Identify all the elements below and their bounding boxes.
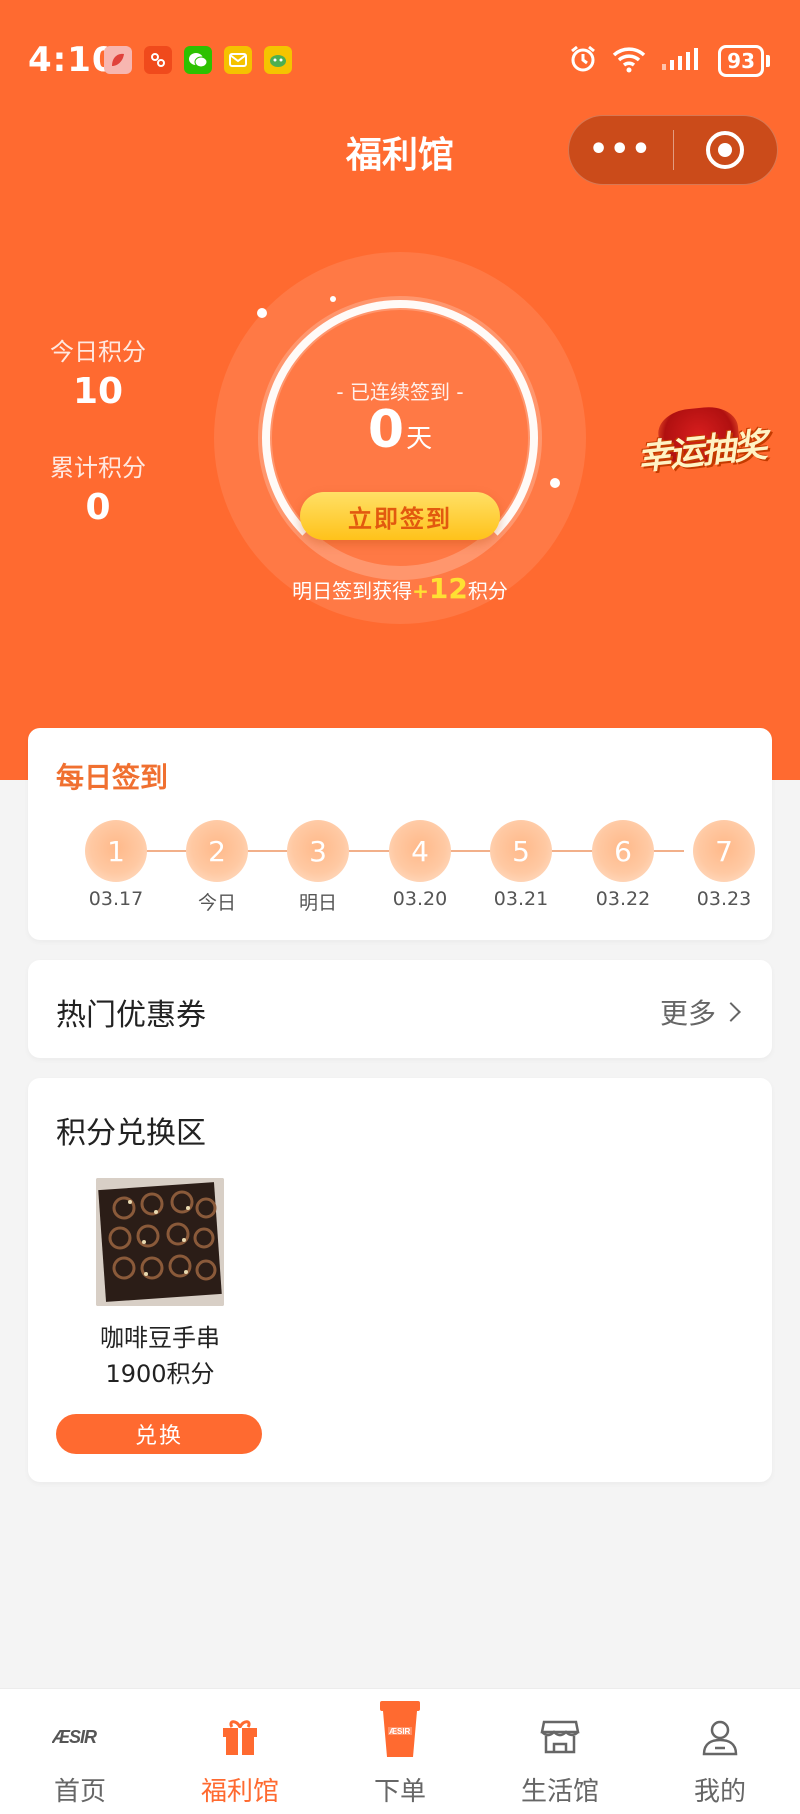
tomorrow-points: 12 — [428, 572, 468, 605]
more-label: 更多 — [659, 997, 716, 1030]
ring-sparkle — [330, 296, 336, 302]
points-exchange-title: 积分兑换区 — [56, 1116, 206, 1151]
checkin-day: 5 03.21 — [481, 820, 561, 910]
notification-icons — [104, 46, 292, 74]
lucky-draw-button[interactable]: 幸运抽奖 — [628, 401, 774, 495]
tomorrow-reward: 明日签到获得+12积分 — [292, 572, 508, 605]
gift-icon — [210, 1715, 270, 1759]
product-name: 咖啡豆手串 — [100, 1324, 220, 1352]
nav-item-order[interactable]: ÆSIR 下单 — [320, 1689, 480, 1814]
checkin-day: 7 03.23 — [684, 820, 764, 910]
nav-item-life[interactable]: 生活馆 — [480, 1689, 640, 1814]
chevron-right-icon — [721, 1002, 741, 1022]
alarm-icon — [568, 44, 598, 78]
lucky-draw-label: 幸运抽奖 — [635, 424, 768, 479]
more-options-button[interactable]: ••• — [569, 116, 673, 184]
total-points: 累计积分 0 — [38, 448, 158, 528]
signal-icon — [660, 46, 704, 76]
streak-days-unit: 天 — [406, 424, 433, 454]
ring-sparkle — [550, 478, 560, 488]
streak-days-value: 0 — [367, 400, 405, 460]
more-dots-icon: ••• — [588, 132, 653, 167]
today-points-label: 今日积分 — [50, 338, 146, 366]
redeem-button[interactable]: 兑换 — [56, 1414, 262, 1454]
daily-checkin-card: 每日签到 1 03.17 2 今日 3 明日 4 03.20 5 03.21 6… — [28, 728, 772, 940]
community-app-icon — [144, 46, 172, 74]
game-app-icon — [264, 46, 292, 74]
mini-program-capsule: ••• — [568, 115, 778, 185]
daily-checkin-title: 每日签到 — [56, 761, 169, 794]
more-coupons-link[interactable]: 更多 — [659, 992, 741, 1032]
user-icon — [690, 1715, 750, 1759]
bottom-nav: ÆSIR 首页 福利馆 ÆSIR 下单 生活馆 我的 — [0, 1688, 800, 1814]
checkin-day: 4 03.20 — [380, 820, 460, 910]
wechat-icon — [184, 46, 212, 74]
product-image[interactable] — [96, 1178, 224, 1306]
coffee-cup-icon: ÆSIR — [370, 1699, 430, 1759]
close-program-button[interactable] — [674, 116, 778, 184]
battery-indicator: 93 — [718, 45, 770, 77]
target-icon — [706, 131, 745, 169]
mail-icon — [224, 46, 252, 74]
svg-text:ÆSIR: ÆSIR — [52, 1727, 97, 1747]
nav-item-mine[interactable]: 我的 — [640, 1689, 800, 1814]
sign-in-button[interactable]: 立即签到 — [300, 492, 500, 540]
hot-coupons-card: 热门优惠券 更多 — [28, 960, 772, 1058]
hot-coupons-title: 热门优惠券 — [56, 998, 206, 1033]
brand-logo-icon: ÆSIR — [50, 1715, 110, 1759]
battery-level: 93 — [718, 45, 764, 77]
checkin-day: 6 03.22 — [583, 820, 663, 910]
app-notification-icon — [104, 46, 132, 74]
checkin-day: 1 03.17 — [76, 820, 156, 910]
total-points-value: 0 — [85, 487, 111, 528]
ring-sparkle — [257, 308, 267, 318]
checkin-day: 2 今日 — [177, 820, 257, 915]
points-exchange-card: 积分兑换区 咖啡豆手串 1900积分 兑换 — [28, 1078, 772, 1482]
nav-item-home[interactable]: ÆSIR 首页 — [0, 1689, 160, 1814]
product-points: 1900积分 — [105, 1360, 215, 1388]
checkin-day: 3 明日 — [278, 820, 358, 915]
checkin-days-row: 1 03.17 2 今日 3 明日 4 03.20 5 03.21 6 03.2… — [28, 820, 772, 930]
nav-item-welfare[interactable]: 福利馆 — [160, 1689, 320, 1814]
store-icon — [530, 1715, 590, 1759]
status-bar: 4:10 93 — [0, 0, 800, 120]
status-right: 93 — [568, 44, 770, 78]
wifi-icon — [612, 45, 646, 77]
svg-text:ÆSIR: ÆSIR — [389, 1727, 411, 1736]
